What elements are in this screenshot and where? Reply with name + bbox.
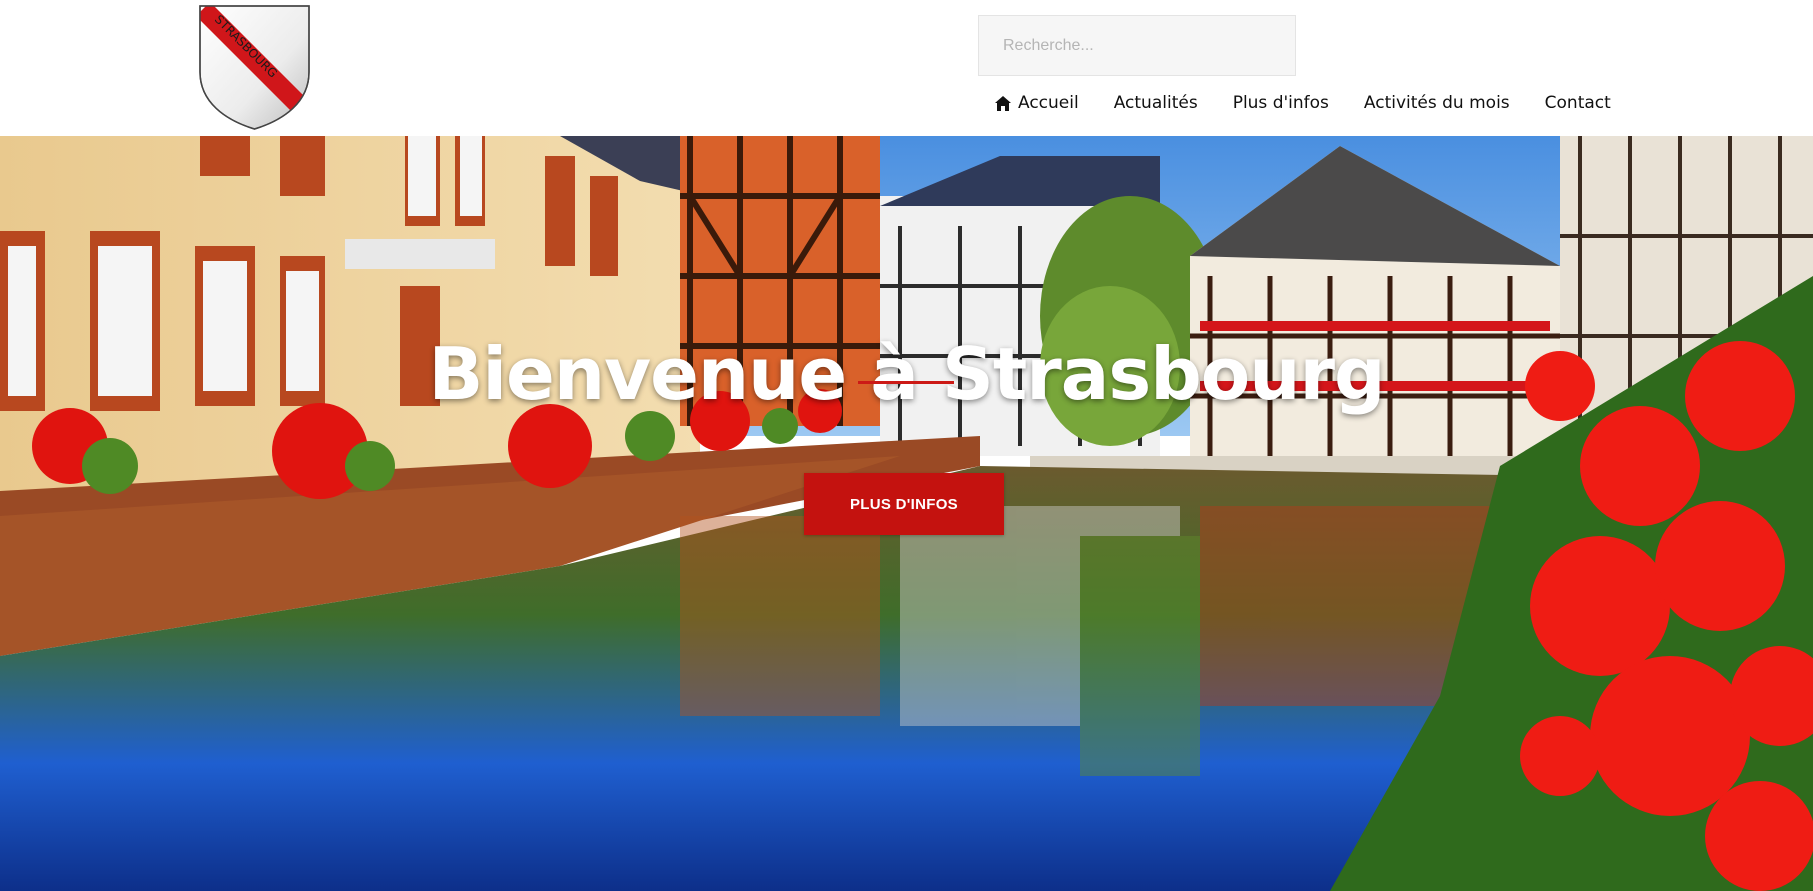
hero-title: Bienvenue à Strasbourg — [428, 332, 1385, 417]
nav-item-plus-dinfos[interactable]: Plus d'infos — [1233, 93, 1329, 113]
nav-item-accueil[interactable]: Accueil — [994, 93, 1079, 113]
home-icon — [994, 95, 1012, 112]
nav-item-activites-du-mois[interactable]: Activités du mois — [1364, 93, 1510, 113]
coat-of-arms-icon: STRASBOURG — [199, 5, 310, 130]
nav-item-label: Activités du mois — [1363, 93, 1510, 113]
nav-item-label: Contact — [1544, 93, 1611, 113]
site-header: STRASBOURG Accueil Actualités Plus d'inf… — [0, 0, 1813, 136]
nav-item-actualites[interactable]: Actualités — [1114, 93, 1198, 113]
nav-item-label: Plus d'infos — [1232, 93, 1329, 113]
nav-item-contact[interactable]: Contact — [1545, 93, 1611, 113]
nav-item-label: Accueil — [1018, 93, 1079, 113]
nav-item-label: Actualités — [1113, 93, 1198, 113]
title-divider — [858, 381, 954, 384]
strasbourg-logo[interactable]: STRASBOURG — [196, 2, 313, 131]
search-input[interactable] — [978, 15, 1296, 76]
main-nav: Accueil Actualités Plus d'infos Activité… — [994, 91, 1611, 115]
hero-section: Bienvenue à Strasbourg PLUS D'INFOS — [0, 136, 1813, 891]
plus-dinfos-button[interactable]: PLUS D'INFOS — [804, 473, 1004, 535]
